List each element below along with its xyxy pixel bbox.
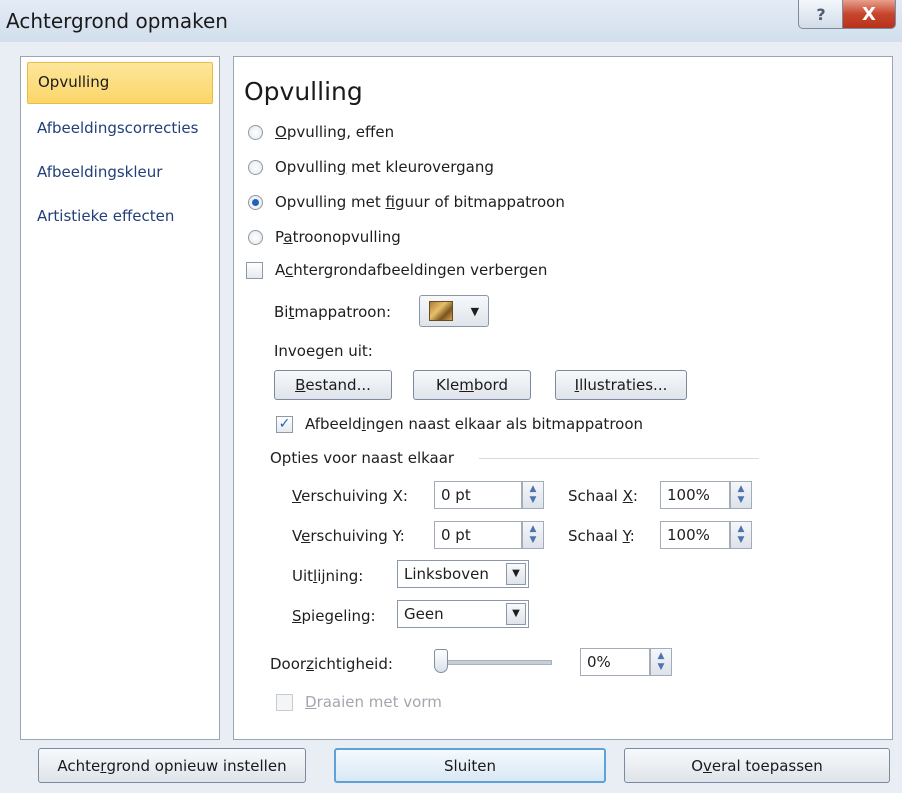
group-divider [479,458,759,459]
spin-down-icon: ▼ [657,662,665,672]
transparency-slider-thumb[interactable] [434,649,448,673]
alignment-select[interactable]: Linksboven ▼ [397,560,529,588]
transparency-slider-track[interactable] [442,660,552,665]
help-button[interactable]: ? [798,0,844,29]
radio-pattern-fill-label: Patroonopvulling [275,228,401,246]
radio-picture-fill-label: Opvulling met figuur of bitmappatroon [275,193,565,211]
pattern-swatch-icon [428,301,453,321]
sidebar-item-artistieke-effecten[interactable]: Artistieke effecten [27,196,213,236]
sidebar-item-afbeeldingskleur[interactable]: Afbeeldingskleur [27,152,213,192]
help-icon: ? [816,4,826,24]
bitmap-pattern-dropdown[interactable]: ▼ [419,295,489,327]
offset-x-spinner[interactable]: ▲ ▼ [522,481,544,509]
offset-x-input[interactable]: 0 pt [434,481,522,509]
radio-gradient-fill-label: Opvulling met kleurovergang [275,158,494,176]
radio-gradient-fill[interactable]: Opvulling met kleurovergang [248,158,494,176]
mirror-select[interactable]: Geen ▼ [397,600,529,628]
scale-y-input[interactable]: 100% [660,521,730,549]
rotate-with-shape: Draaien met vorm [276,693,442,711]
spin-down-icon: ▼ [737,535,745,545]
offset-x-label: Verschuiving X: [292,487,408,505]
spin-down-icon: ▼ [737,495,745,505]
spin-down-icon: ▼ [529,535,537,545]
radio-solid-fill-control[interactable] [248,124,263,140]
file-button[interactable]: Bestand... [274,370,392,400]
tile-options-group-label: Opties voor naast elkaar [270,449,455,467]
sidebar-item-opvulling[interactable]: Opvulling [27,62,213,104]
insert-from-label: Invoegen uit: [274,342,373,360]
spin-up-icon: ▲ [529,484,537,494]
radio-picture-fill-control[interactable] [248,194,263,210]
radio-pattern-fill-control[interactable] [248,229,263,245]
reset-background-button[interactable]: Achte r grond opnieuw instellen [38,748,306,783]
bitmap-pattern-label: Bitmappatroon: [274,303,392,321]
chevron-down-icon[interactable]: ▼ [506,563,526,585]
tile-label: Afbeeldingen naast elkaar als bitmappatr… [305,415,644,433]
radio-solid-fill[interactable]: Opvulling, effen [248,123,394,141]
chevron-down-icon: ▼ [470,304,480,318]
transparency-label: Doorzichtigheid: [270,655,393,673]
transparency-input[interactable]: 0% [580,648,650,676]
radio-solid-fill-label: Opvulling, effen [275,123,395,141]
rotate-label: Draaien met vorm [305,693,442,711]
category-sidebar: Opvulling Afbeeldingscorrecties Afbeeldi… [20,56,220,740]
close-button[interactable]: Sluiten [334,748,606,783]
title-bar: Achtergrond opmaken ? X [0,0,902,42]
spin-up-icon: ▲ [529,524,537,534]
fill-panel: Opvulling Opvulling, effen Opvulling met… [233,56,893,740]
spin-down-icon: ▼ [529,495,537,505]
spin-up-icon: ▲ [657,651,665,661]
alignment-label: Uitlijning: [292,567,364,585]
offset-y-input[interactable]: 0 pt [434,521,522,549]
radio-gradient-fill-control[interactable] [248,159,263,175]
spin-up-icon: ▲ [737,484,745,494]
offset-y-spinner[interactable]: ▲ ▼ [522,521,544,549]
hide-background-graphics[interactable]: Achtergrondafbeeldingen verbergen [246,261,547,279]
hide-background-label: Achtergrondafbeeldingen verbergen [275,261,548,279]
offset-y-label: Verschuiving Y: [292,527,405,545]
alignment-value: Linksboven [404,565,489,583]
spin-up-icon: ▲ [737,524,745,534]
illustrations-button[interactable]: Illustraties... [555,370,687,400]
scale-x-input[interactable]: 100% [660,481,730,509]
transparency-spinner[interactable]: ▲ ▼ [650,648,672,676]
window-title: Achtergrond opmaken [6,9,228,33]
mirror-label: Spiegeling: [292,607,376,625]
scale-x-spinner[interactable]: ▲ ▼ [730,481,752,509]
rotate-checkbox [276,693,293,711]
tile-as-pattern[interactable]: ✓ Afbeeldingen naast elkaar als bitmappa… [276,415,643,433]
chevron-down-icon[interactable]: ▼ [506,603,526,625]
mirror-value: Geen [404,605,444,623]
hide-background-checkbox[interactable] [246,261,263,279]
scale-y-label: Schaal Y: [568,527,635,545]
scale-y-spinner[interactable]: ▲ ▼ [730,521,752,549]
radio-picture-fill[interactable]: Opvulling met figuur of bitmappatroon [248,193,565,211]
clipboard-button[interactable]: Kle m bord [413,370,531,400]
panel-heading: Opvulling [244,77,363,106]
tile-checkbox[interactable]: ✓ [276,415,293,433]
close-icon: X [862,3,876,25]
scale-x-label: Schaal X: [568,487,638,505]
sidebar-item-afbeeldingscorrecties[interactable]: Afbeeldingscorrecties [27,108,213,148]
close-window-button[interactable]: X [842,0,896,29]
radio-pattern-fill[interactable]: Patroonopvulling [248,228,401,246]
apply-to-all-button[interactable]: Ov eral toepassen [624,748,890,783]
